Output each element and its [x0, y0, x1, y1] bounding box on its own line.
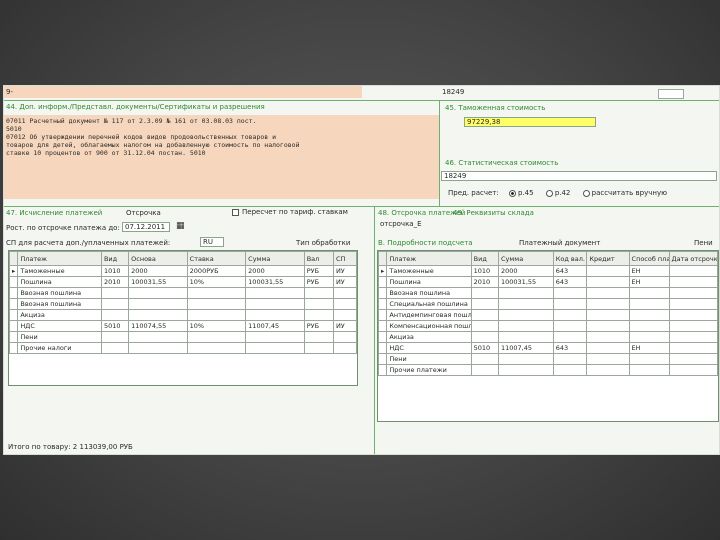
- table-row[interactable]: Антидемпинговая пошлина: [377, 309, 719, 321]
- table-row[interactable]: Прочие налоги: [8, 342, 358, 354]
- table-row[interactable]: НДС 5010 110074,55 10% 11007,45 РУБ ИУ: [8, 320, 358, 332]
- col-payment: Платеж: [386, 251, 472, 266]
- table-row[interactable]: Ввозная пошлина: [8, 298, 358, 310]
- payment-doc-label: Платежный документ: [519, 239, 601, 247]
- small-field[interactable]: [658, 89, 684, 99]
- deferral-label: Рост. по отсрочке платежа до:: [6, 224, 120, 232]
- col-type: Вид: [100, 251, 130, 266]
- table-row[interactable]: Ввозная пошлина: [377, 287, 719, 299]
- box46-title: 46. Статистическая стоимость: [445, 159, 559, 167]
- table-row[interactable]: Акциза: [377, 331, 719, 343]
- col-payment: Платеж: [17, 251, 102, 266]
- table-row[interactable]: Прочие платежи: [377, 364, 719, 376]
- box47-title: 47. Исчисление платежей: [6, 209, 103, 217]
- opt-manual-radio[interactable]: рассчитать вручную: [582, 189, 667, 197]
- table-row[interactable]: Компенсационная пошлина: [377, 320, 719, 332]
- col-currency-code: Код вал.: [552, 251, 588, 266]
- checkbox-icon: [232, 208, 239, 216]
- currency-field[interactable]: RU: [200, 237, 224, 247]
- box48-value[interactable]: отсрочка_Е: [380, 220, 422, 228]
- box44-title: 44. Доп. информ./Представл. документы/Се…: [6, 103, 265, 111]
- currency-label: СП для расчета доп./уплаченных платежей:: [6, 239, 171, 247]
- stat-value-field[interactable]: 18249: [441, 171, 717, 181]
- table-row[interactable]: ▸ Таможенные 1010 2000 643 ЕН: [377, 265, 719, 277]
- method-label: Тип обработки: [296, 239, 351, 247]
- radio-on-icon: [509, 189, 516, 197]
- table-row[interactable]: Специальная пошлина: [377, 298, 719, 310]
- radio-off-icon: [582, 189, 590, 197]
- table-row[interactable]: Ввозная пошлина: [8, 287, 358, 299]
- deferral-date-field[interactable]: 07.12.2011: [122, 222, 170, 232]
- box44-text[interactable]: 07011 Расчетный документ № 117 от 2.3.09…: [4, 115, 439, 199]
- col-rate: Ставка: [186, 251, 247, 266]
- total-footer: Итого по товару: 2 113039,00 РУБ: [8, 443, 133, 451]
- calendar-icon[interactable]: ▦: [176, 222, 185, 231]
- penalty-label: Пени: [694, 239, 713, 247]
- deferred-label: Отсрочка: [126, 209, 161, 217]
- boxB-title: В. Подробности подсчета: [378, 239, 473, 247]
- row-highlight: [4, 86, 362, 98]
- table-header-row: Платеж Вид Сумма Код вал. Кредит Способ …: [377, 251, 719, 266]
- table-row[interactable]: НДС 5010 11007,45 643 ЕН: [377, 342, 719, 354]
- col-defer-date: Дата отсрочки: [668, 251, 719, 266]
- col-credit: Кредит: [586, 251, 630, 266]
- calc-options: Пред. расчет: р.45 р.42 рассчитать вручн…: [448, 189, 667, 197]
- table-row[interactable]: Акциза: [8, 309, 358, 321]
- table-row[interactable]: Пени: [377, 353, 719, 365]
- table-row[interactable]: Пошлина 2010 100031,55 643 ЕН: [377, 276, 719, 288]
- recalc-checkbox[interactable]: Пересчет по тариф. ставкам: [232, 208, 348, 216]
- col-method: Способ платежа: [628, 251, 670, 266]
- row-pointer-icon: ▸: [8, 265, 19, 277]
- col-sum: Сумма: [245, 251, 305, 266]
- stat-number-top: 18249: [442, 88, 465, 96]
- col-currency: Вал: [303, 251, 334, 266]
- opt-45-radio[interactable]: р.45: [509, 189, 534, 197]
- calc-details-grid: Платеж Вид Сумма Код вал. Кредит Способ …: [377, 250, 719, 422]
- col-sp: СП: [332, 251, 358, 266]
- calc-label: Пред. расчет:: [448, 189, 499, 197]
- row-label: 9-: [6, 88, 13, 96]
- box49-title: 49. Реквизиты склада: [453, 209, 534, 217]
- col-base: Основа: [128, 251, 188, 266]
- customs-value-field[interactable]: 97229,38: [464, 117, 596, 127]
- customs-declaration-window: 9- 18249 44. Доп. информ./Представл. док…: [3, 85, 720, 455]
- col-type: Вид: [470, 251, 500, 266]
- payments-grid: Платеж Вид Основа Ставка Сумма Вал СП ▸ Т…: [8, 250, 358, 386]
- opt-42-radio[interactable]: р.42: [545, 189, 570, 197]
- radio-off-icon: [545, 189, 553, 197]
- table-row[interactable]: ▸ Таможенные 1010 2000 2000РУБ 2000 РУБ ИУ: [8, 265, 358, 277]
- table-header-row: Платеж Вид Основа Ставка Сумма Вал СП: [8, 251, 358, 266]
- table-row[interactable]: Пошлина 2010 100031,55 10% 100031,55 РУБ ИУ: [8, 276, 358, 288]
- col-sum: Сумма: [498, 251, 554, 266]
- row-pointer-icon: ▸: [377, 265, 388, 277]
- table-row[interactable]: Пени: [8, 331, 358, 343]
- box45-title: 45. Таможенная стоимость: [445, 104, 546, 112]
